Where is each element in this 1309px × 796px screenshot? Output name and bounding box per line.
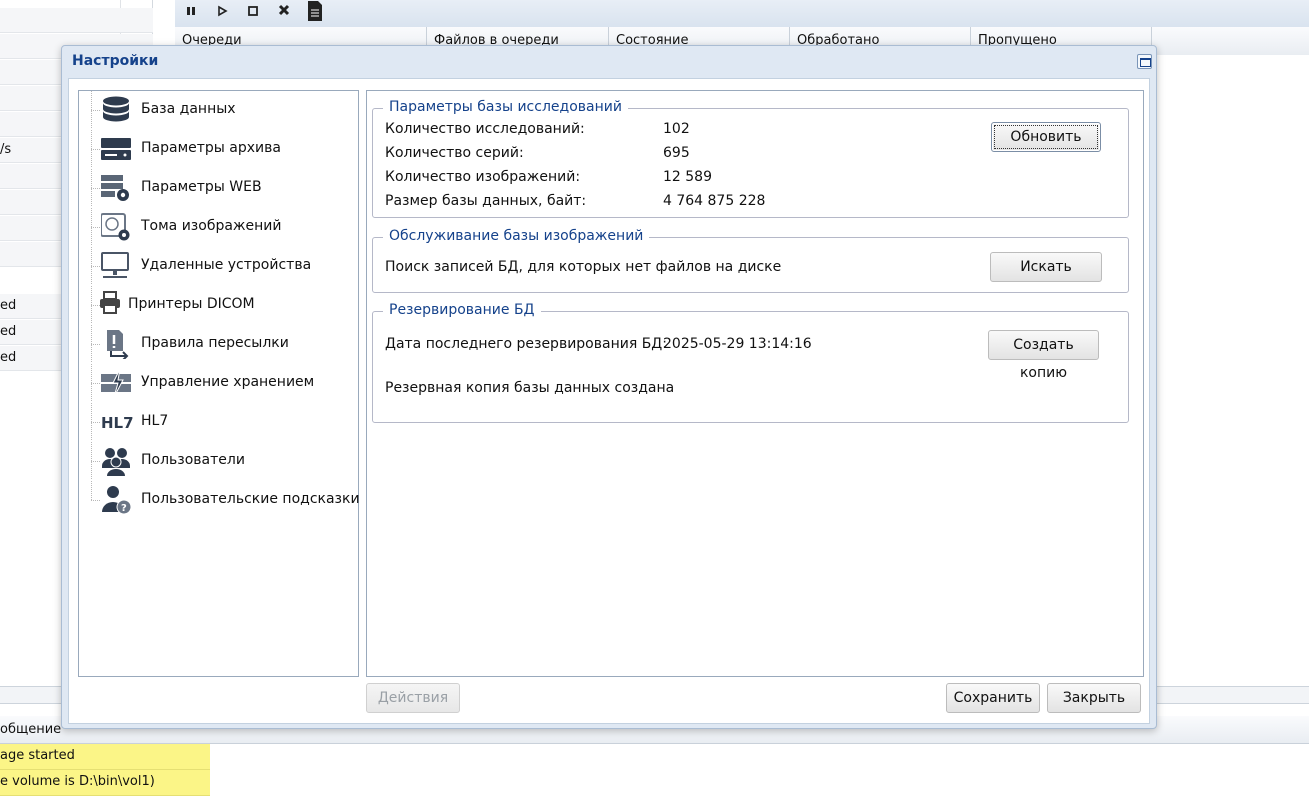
- nav-item-users[interactable]: Пользователи: [79, 442, 358, 480]
- group-legend: Параметры базы исследований: [383, 99, 628, 115]
- stop-icon[interactable]: [243, 3, 263, 23]
- actions-button[interactable]: Действия: [366, 683, 460, 713]
- dialog-title: Настройки: [72, 53, 159, 69]
- settings-dialog: Настройки База данных Параметры архива П…: [61, 45, 1157, 729]
- database-settings-panel: Параметры базы исследований Количество и…: [366, 90, 1144, 677]
- last-backup-value: 2025-05-29 13:14:16: [663, 336, 812, 352]
- series-count-value: 695: [663, 145, 690, 161]
- volume-settings-icon: [100, 212, 131, 242]
- column-header-empty: [1151, 27, 1309, 55]
- settings-navigation: База данных Параметры архива Параметры W…: [78, 90, 360, 677]
- printer-icon: [99, 290, 121, 320]
- last-backup-label: Дата последнего резервирования БД:: [385, 336, 667, 352]
- play-icon[interactable]: [212, 3, 232, 23]
- nav-item-remote-devices[interactable]: Удаленные устройства: [79, 247, 358, 285]
- maximize-icon[interactable]: [1137, 54, 1152, 69]
- nav-item-image-volumes[interactable]: Тома изображений: [79, 208, 358, 246]
- pause-icon[interactable]: [181, 3, 201, 23]
- svg-text:HL7: HL7: [101, 414, 134, 432]
- db-size-value: 4 764 875 228: [663, 193, 766, 209]
- document-icon[interactable]: [305, 0, 325, 24]
- queue-toolbar: [175, 0, 1309, 28]
- database-icon: [101, 95, 131, 125]
- hl7-icon: HL7: [101, 407, 134, 437]
- log-column-header[interactable]: общение: [0, 722, 61, 737]
- close-button[interactable]: Закрыть: [1047, 683, 1141, 713]
- nav-item-hl7[interactable]: HL7 HL7: [79, 403, 358, 441]
- svg-text:?: ?: [121, 503, 127, 514]
- forward-rule-icon: [101, 329, 131, 361]
- dialog-body: База данных Параметры архива Параметры W…: [68, 78, 1150, 724]
- left-row: [0, 8, 153, 33]
- group-legend: Резервирование БД: [383, 302, 541, 318]
- nav-item-storage-management[interactable]: Управление хранением: [79, 364, 358, 402]
- db-size-label: Размер базы данных, байт:: [385, 193, 587, 209]
- log-row: e volume is D:\bin\vol1): [0, 770, 210, 796]
- nav-item-user-hints[interactable]: ? Пользовательские подсказки: [79, 481, 360, 519]
- save-button[interactable]: Сохранить: [946, 683, 1040, 713]
- studies-count-value: 102: [663, 121, 690, 137]
- monitor-network-icon: [101, 251, 131, 281]
- create-backup-button[interactable]: Создать копию: [988, 330, 1099, 381]
- nav-item-database[interactable]: База данных: [79, 91, 358, 129]
- users-icon: [101, 446, 131, 476]
- nav-item-forward-rules[interactable]: Правила пересылки: [79, 325, 358, 363]
- server-icon: [101, 134, 131, 164]
- maintenance-group: Обслуживание базы изображений Поиск запи…: [372, 228, 1129, 293]
- group-legend: Обслуживание базы изображений: [383, 228, 650, 244]
- log-row: age started: [0, 744, 210, 770]
- images-count-label: Количество изображений:: [385, 169, 581, 185]
- web-settings-icon: [101, 173, 131, 203]
- studies-count-label: Количество исследований:: [385, 121, 585, 137]
- clear-icon[interactable]: [274, 3, 294, 23]
- backup-group: Резервирование БД Дата последнего резерв…: [372, 302, 1129, 423]
- images-count-value: 12 589: [663, 169, 712, 185]
- queue-table-body: [1153, 55, 1309, 685]
- nav-item-dicom-printers[interactable]: Принтеры DICOM: [79, 286, 358, 324]
- nav-item-web-params[interactable]: Параметры WEB: [79, 169, 358, 207]
- series-count-label: Количество серий:: [385, 145, 524, 161]
- search-button[interactable]: Искать: [990, 252, 1102, 282]
- missing-files-label: Поиск записей БД, для которых нет файлов…: [385, 259, 782, 275]
- db-params-group: Параметры базы исследований Количество и…: [372, 99, 1129, 218]
- user-help-icon: ?: [101, 485, 132, 515]
- backup-status: Резервная копия базы данных создана: [385, 380, 675, 396]
- refresh-button[interactable]: Обновить: [991, 122, 1101, 152]
- storage-management-icon: [101, 368, 131, 398]
- nav-item-archive-params[interactable]: Параметры архива: [79, 130, 358, 168]
